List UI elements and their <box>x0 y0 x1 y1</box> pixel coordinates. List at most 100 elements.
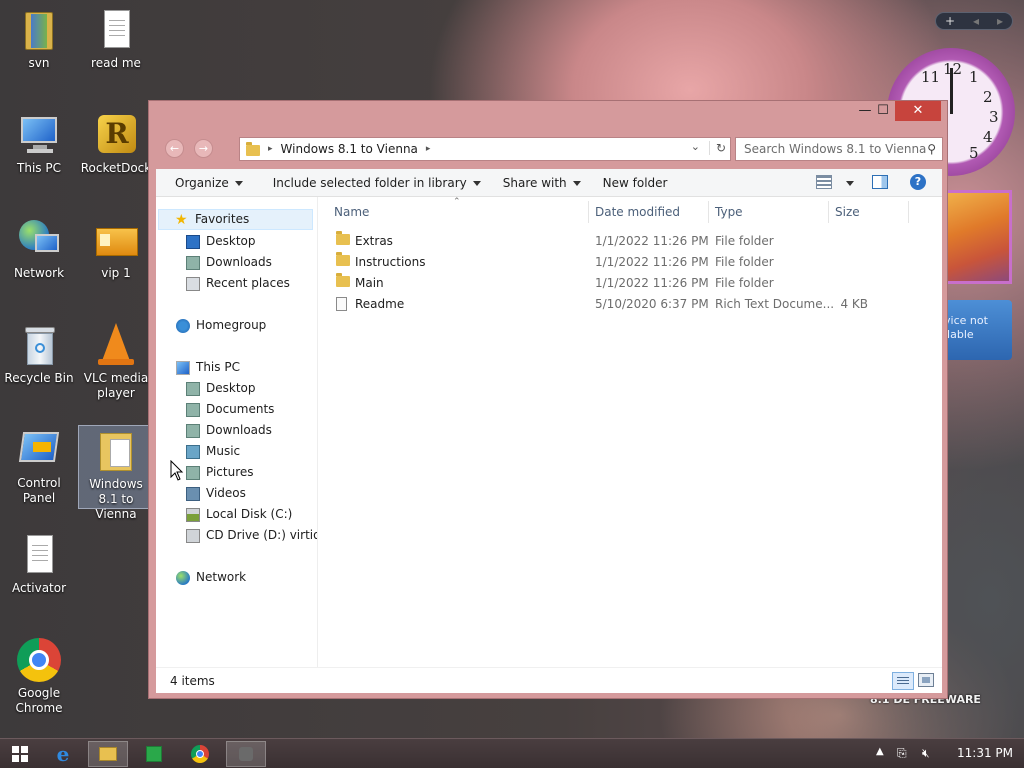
column-header-size[interactable]: Size <box>835 205 860 221</box>
breadcrumb-separator-icon[interactable]: ▸ <box>426 144 431 154</box>
nav-network[interactable]: Network <box>176 567 246 588</box>
nav-pc-music[interactable]: Music <box>186 441 240 462</box>
column-header-date[interactable]: Date modified <box>595 205 680 221</box>
desktop-icon-rocketdock[interactable]: R RocketDock <box>78 113 154 176</box>
desktop-icon-svn[interactable]: svn <box>1 8 77 71</box>
forward-arrow-icon: → <box>198 142 209 155</box>
address-bar[interactable]: ▸ Windows 8.1 to Vienna ▸ ⌄ ↻ <box>239 137 731 161</box>
search-icon[interactable]: ⚲ <box>927 138 936 160</box>
breadcrumb-separator-icon[interactable]: ▸ <box>268 144 273 154</box>
column-header-type[interactable]: Type <box>715 205 743 221</box>
column-divider[interactable] <box>908 201 909 223</box>
nav-fav-downloads[interactable]: Downloads <box>186 252 272 273</box>
close-button[interactable]: ✕ <box>895 101 941 121</box>
nav-label: Music <box>206 444 241 458</box>
nav-cd-drive[interactable]: CD Drive (D:) virtio-w <box>186 525 317 546</box>
file-row[interactable]: Extras 1/1/2022 11:26 PM File folder <box>328 231 908 252</box>
nav-pc-videos[interactable]: Videos <box>186 483 246 504</box>
network-tray-icon[interactable]: ⎘ <box>897 746 907 761</box>
file-type: Rich Text Docume... <box>715 297 835 311</box>
back-button[interactable]: ← <box>165 139 184 158</box>
volume-muted-icon[interactable]: 🔇︎ <box>922 746 930 761</box>
search-placeholder: Search Windows 8.1 to Vienna <box>744 142 927 156</box>
new-folder-button[interactable]: New folder <box>594 169 677 197</box>
desktop-icon-read-me[interactable]: read me <box>78 8 154 71</box>
desktop-icon-label: Recycle Bin <box>4 371 74 385</box>
organize-label: Organize <box>175 175 229 190</box>
share-with-button[interactable]: Share with <box>494 169 590 197</box>
content-area: ★ Favorites Desktop Downloads Recent pla… <box>156 197 942 667</box>
include-in-library-button[interactable]: Include selected folder in library <box>264 169 490 197</box>
gadget-toolbar[interactable]: + ◂ ▸ <box>935 12 1013 30</box>
taskbar-chrome[interactable] <box>180 741 220 767</box>
desktop-icon-windows-81-to-vienna[interactable]: Windows 8.1 to Vienna <box>78 425 154 521</box>
desktop-icon-this-pc[interactable]: This PC <box>1 113 77 176</box>
nav-fav-desktop[interactable]: Desktop <box>186 231 256 252</box>
desktop-icon <box>186 234 200 249</box>
chevron-down-icon[interactable]: ⌄ <box>691 140 700 153</box>
add-gadget-icon[interactable]: + <box>945 14 955 28</box>
file-date: 1/1/2022 11:26 PM <box>595 255 709 269</box>
desktop-icon-chrome[interactable]: Google Chrome <box>1 638 77 716</box>
breadcrumb[interactable]: Windows 8.1 to Vienna <box>281 142 418 156</box>
column-header-name[interactable]: Name <box>334 205 369 221</box>
chrome-icon <box>191 745 209 763</box>
column-divider[interactable] <box>708 201 709 223</box>
column-divider[interactable] <box>588 201 589 223</box>
nav-pc-desktop[interactable]: Desktop <box>186 378 256 399</box>
taskbar-file-explorer[interactable] <box>88 741 128 767</box>
forward-button[interactable]: → <box>194 139 213 158</box>
show-hidden-icons-icon[interactable]: ▲ <box>876 746 884 757</box>
large-icons-view-button[interactable] <box>918 673 934 687</box>
taskbar-internet-explorer[interactable]: e <box>43 741 83 767</box>
help-icon[interactable]: ? <box>910 174 926 190</box>
column-divider[interactable] <box>828 201 829 223</box>
nav-pc-documents[interactable]: Documents <box>186 399 274 420</box>
refresh-icon[interactable]: ↻ <box>708 141 726 155</box>
nav-fav-recent-places[interactable]: Recent places <box>186 273 290 294</box>
mouse-cursor-icon <box>170 460 184 481</box>
prev-icon[interactable]: ◂ <box>973 14 979 28</box>
search-input[interactable]: Search Windows 8.1 to Vienna ⚲ <box>735 137 943 161</box>
nav-pc-pictures[interactable]: Pictures <box>186 462 254 483</box>
desktop-icon-vip-1[interactable]: vip 1 <box>78 218 154 281</box>
large-icons-view-icon <box>922 677 930 683</box>
back-arrow-icon: ← <box>169 142 180 155</box>
desktop-icon-control-panel[interactable]: Control Panel <box>1 428 77 506</box>
details-view-button[interactable] <box>892 672 914 690</box>
nav-label: Pictures <box>206 465 254 479</box>
view-options-icon[interactable] <box>816 175 832 189</box>
organize-button[interactable]: Organize <box>166 169 252 197</box>
file-row[interactable]: Instructions 1/1/2022 11:26 PM File fold… <box>328 252 908 273</box>
nav-homegroup[interactable]: Homegroup <box>176 315 266 336</box>
desktop-icon-network[interactable]: Network <box>1 218 77 281</box>
preview-pane-icon[interactable] <box>872 175 888 189</box>
desktop-icon-vlc[interactable]: VLC media player <box>78 323 154 401</box>
desktop-icon-activator[interactable]: Activator <box>1 533 77 596</box>
file-row[interactable]: Main 1/1/2022 11:26 PM File folder <box>328 273 908 294</box>
weather-gadget[interactable]: vice not ilable <box>942 300 1012 360</box>
file-explorer-icon <box>99 747 117 761</box>
chevron-down-icon[interactable] <box>846 181 854 186</box>
taskbar-store[interactable] <box>134 741 174 767</box>
clock-number: 4 <box>983 128 993 146</box>
taskbar-clock[interactable]: 11:31 PM <box>957 746 1013 760</box>
taskbar-tool[interactable] <box>226 741 266 767</box>
nav-favorites[interactable]: ★ Favorites <box>158 209 313 230</box>
chevron-down-icon <box>572 180 581 186</box>
file-date: 1/1/2022 11:26 PM <box>595 276 709 290</box>
file-row[interactable]: Readme 5/10/2020 6:37 PM Rich Text Docum… <box>328 294 908 315</box>
nav-pc-downloads[interactable]: Downloads <box>186 420 272 441</box>
nav-local-disk[interactable]: Local Disk (C:) <box>186 504 292 525</box>
command-bar: Organize Include selected folder in libr… <box>156 169 942 197</box>
explorer-window[interactable]: — ☐ ✕ ← → ▸ Windows 8.1 to Vienna ▸ ⌄ ↻ … <box>148 100 948 699</box>
slideshow-gadget[interactable] <box>944 190 1012 284</box>
next-icon[interactable]: ▸ <box>997 14 1003 28</box>
desktop-icon-recycle-bin[interactable]: Recycle Bin <box>1 323 77 386</box>
start-button[interactable] <box>0 741 40 767</box>
internet-explorer-icon: e <box>56 742 70 766</box>
folder-icon <box>336 273 350 287</box>
navigation-pane[interactable]: ★ Favorites Desktop Downloads Recent pla… <box>156 197 318 667</box>
nav-this-pc[interactable]: This PC <box>176 357 240 378</box>
title-bar[interactable]: — ☐ ✕ <box>149 101 947 129</box>
